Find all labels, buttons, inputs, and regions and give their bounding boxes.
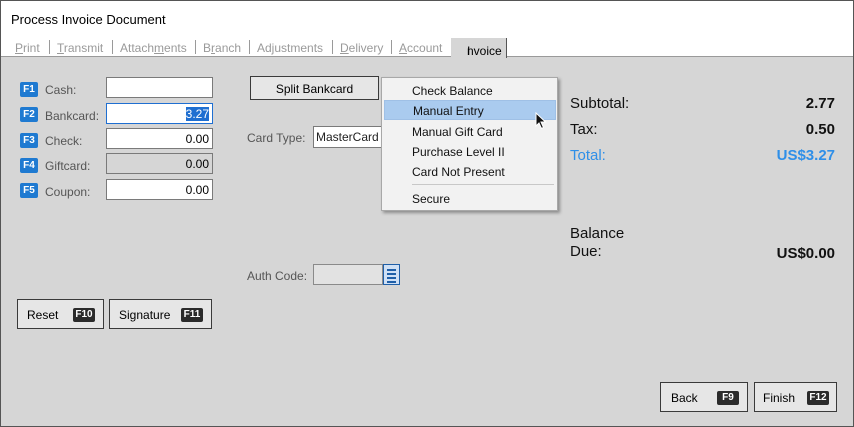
auth-code-label: Auth Code: <box>247 269 308 283</box>
tab-invoice[interactable]: Invoice <box>451 38 507 58</box>
bankcard-label: Bankcard: <box>45 109 100 123</box>
back-button[interactable]: Back F9 <box>660 382 748 412</box>
menu-separator <box>412 184 554 185</box>
cash-input[interactable] <box>106 77 213 98</box>
card-options-menu: Check Balance Manual Entry Manual Gift C… <box>381 77 558 211</box>
window-title: Process Invoice Document <box>11 12 166 27</box>
bankcard-value: 3.27 <box>185 107 209 121</box>
menu-item-purchase-level-ii[interactable]: Purchase Level II <box>382 142 557 162</box>
bankcard-input[interactable]: 3.27 <box>106 103 213 124</box>
card-type-label: Card Type: <box>247 131 306 145</box>
total-label: Total: <box>570 147 606 164</box>
f11-key-badge: F11 <box>181 308 203 322</box>
check-input[interactable]: 0.00 <box>106 128 213 149</box>
tab-bar: Print Transmit Attachments Branch Adjust… <box>1 37 853 58</box>
tab-divider <box>195 40 196 54</box>
subtotal-value: 2.77 <box>805 95 835 112</box>
menu-item-check-balance[interactable]: Check Balance <box>382 81 557 101</box>
tab-print[interactable]: Print <box>15 41 40 55</box>
tab-delivery[interactable]: Delivery <box>340 41 383 55</box>
card-type-select[interactable]: MasterCard <box>313 126 385 148</box>
f12-key-badge: F12 <box>807 391 829 405</box>
subtotal-label: Subtotal: <box>570 95 630 112</box>
f2-key-badge: F2 <box>20 107 38 122</box>
menu-item-manual-entry[interactable]: Manual Entry <box>384 100 556 120</box>
balance-label: Balance <box>570 225 625 242</box>
reset-button[interactable]: Reset F10 <box>17 299 104 329</box>
menu-item-card-not-present[interactable]: Card Not Present <box>382 162 557 182</box>
total-value: US$3.27 <box>776 147 835 164</box>
tax-label: Tax: <box>570 121 598 138</box>
tab-divider <box>332 40 333 54</box>
auth-code-input[interactable] <box>313 264 383 285</box>
tab-divider <box>249 40 250 54</box>
title-bar: Process Invoice Document <box>1 1 853 37</box>
tab-divider <box>112 40 113 54</box>
f5-key-badge: F5 <box>20 183 38 198</box>
f3-key-badge: F3 <box>20 133 38 148</box>
back-label: Back <box>671 391 698 405</box>
check-label: Check: <box>45 134 83 148</box>
tab-adjustments[interactable]: Adjustments <box>257 41 323 55</box>
tab-branch[interactable]: Branch <box>203 41 241 55</box>
list-icon[interactable] <box>383 264 400 285</box>
reset-label: Reset <box>27 308 59 322</box>
signature-button[interactable]: Signature F11 <box>109 299 212 329</box>
process-invoice-window: Process Invoice Document Print Transmit … <box>0 0 854 427</box>
f1-key-badge: F1 <box>20 82 38 97</box>
tab-transmit[interactable]: Transmit <box>57 41 103 55</box>
f10-key-badge: F10 <box>73 308 95 322</box>
balance-due-value: US$0.00 <box>776 245 835 262</box>
split-bankcard-button[interactable]: Split Bankcard <box>250 76 379 100</box>
finish-button[interactable]: Finish F12 <box>754 382 837 412</box>
tab-divider <box>391 40 392 54</box>
f9-key-badge: F9 <box>717 391 739 405</box>
tax-value: 0.50 <box>805 121 835 138</box>
tab-divider <box>49 40 50 54</box>
due-label: Due: <box>570 243 602 260</box>
finish-label: Finish <box>763 391 796 405</box>
giftcard-label: Giftcard: <box>45 159 91 173</box>
menu-item-secure[interactable]: Secure <box>382 189 557 209</box>
coupon-input[interactable]: 0.00 <box>106 179 213 200</box>
signature-label: Signature <box>119 308 171 322</box>
mouse-cursor-icon <box>535 112 547 130</box>
cash-label: Cash: <box>45 83 77 97</box>
giftcard-input[interactable]: 0.00 <box>106 153 213 174</box>
tab-attachments[interactable]: Attachments <box>120 41 187 55</box>
coupon-label: Coupon: <box>45 185 91 199</box>
tab-account[interactable]: Account <box>399 41 442 55</box>
menu-item-manual-gift-card[interactable]: Manual Gift Card <box>382 122 557 142</box>
f4-key-badge: F4 <box>20 158 38 173</box>
